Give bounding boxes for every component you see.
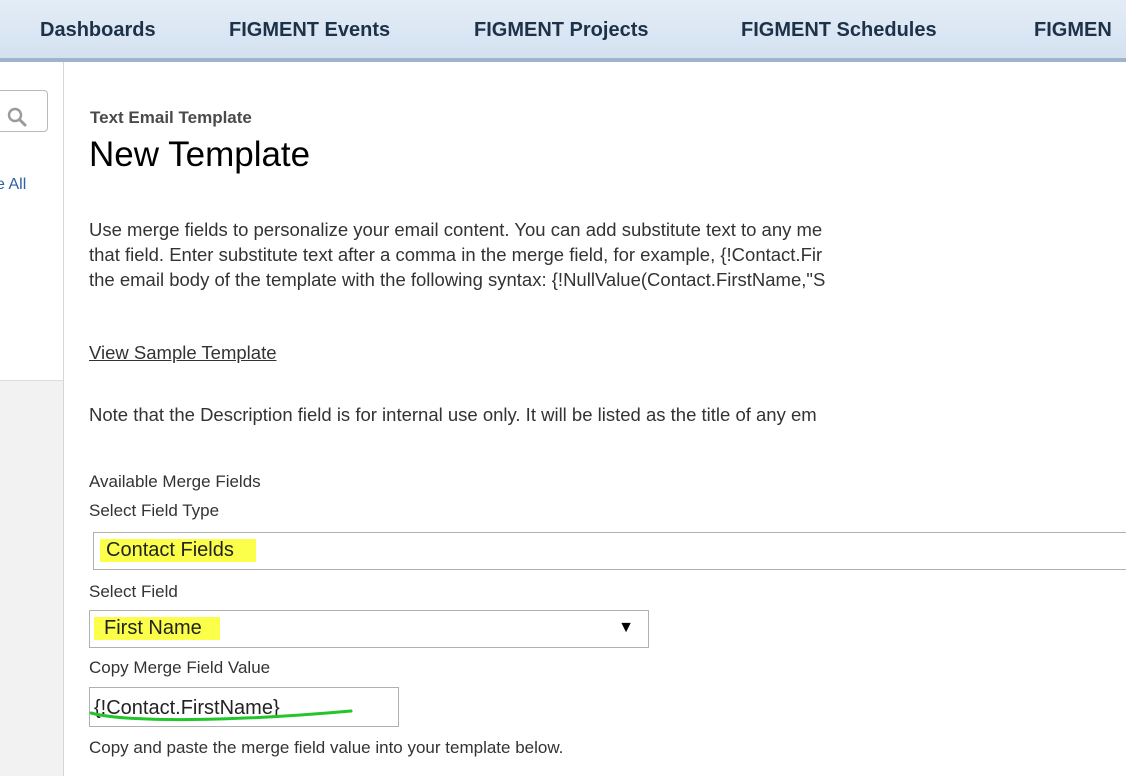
see-all-link[interactable]: e All xyxy=(0,176,26,194)
field-type-label: Select Field Type xyxy=(89,501,220,520)
intro-line-2: that field. Enter substitute text after … xyxy=(89,244,823,265)
search-icon[interactable] xyxy=(6,106,28,128)
merge-fields-heading: Available Merge Fields xyxy=(89,472,261,491)
page-subtitle: Text Email Template xyxy=(90,108,252,127)
copy-instructions: Copy and paste the merge field value int… xyxy=(89,738,564,757)
description-note: Note that the Description field is for i… xyxy=(89,404,817,425)
view-sample-template-link[interactable]: View Sample Template xyxy=(89,342,277,364)
field-select[interactable]: First Name ▼ xyxy=(89,610,649,648)
copy-merge-label: Copy Merge Field Value xyxy=(89,658,271,677)
intro-line-3: the email body of the template with the … xyxy=(89,269,826,290)
top-navigation: Dashboards FIGMENT Events FIGMENT Projec… xyxy=(0,0,1126,62)
field-select-value: First Name xyxy=(94,617,220,640)
sidebar: e All xyxy=(0,62,64,776)
tab-figment-projects[interactable]: FIGMENT Projects xyxy=(474,19,648,42)
tab-figment-more[interactable]: FIGMEN xyxy=(1034,19,1112,42)
annotation-underline xyxy=(89,709,353,722)
field-type-select[interactable]: Contact Fields xyxy=(93,532,1126,570)
main-content: Text Email Template New Template Use mer… xyxy=(89,62,1126,776)
field-type-value: Contact Fields xyxy=(100,539,256,562)
select-field-label: Select Field xyxy=(89,582,178,601)
page-title: New Template xyxy=(89,135,311,174)
tab-figment-events[interactable]: FIGMENT Events xyxy=(229,19,390,42)
sidebar-divider xyxy=(0,380,63,381)
dropdown-arrow-icon[interactable]: ▼ xyxy=(618,619,634,637)
tab-dashboards[interactable]: Dashboards xyxy=(40,19,156,42)
intro-line-1: Use merge fields to personalize your ema… xyxy=(89,219,823,240)
tab-figment-schedules[interactable]: FIGMENT Schedules xyxy=(741,19,937,42)
